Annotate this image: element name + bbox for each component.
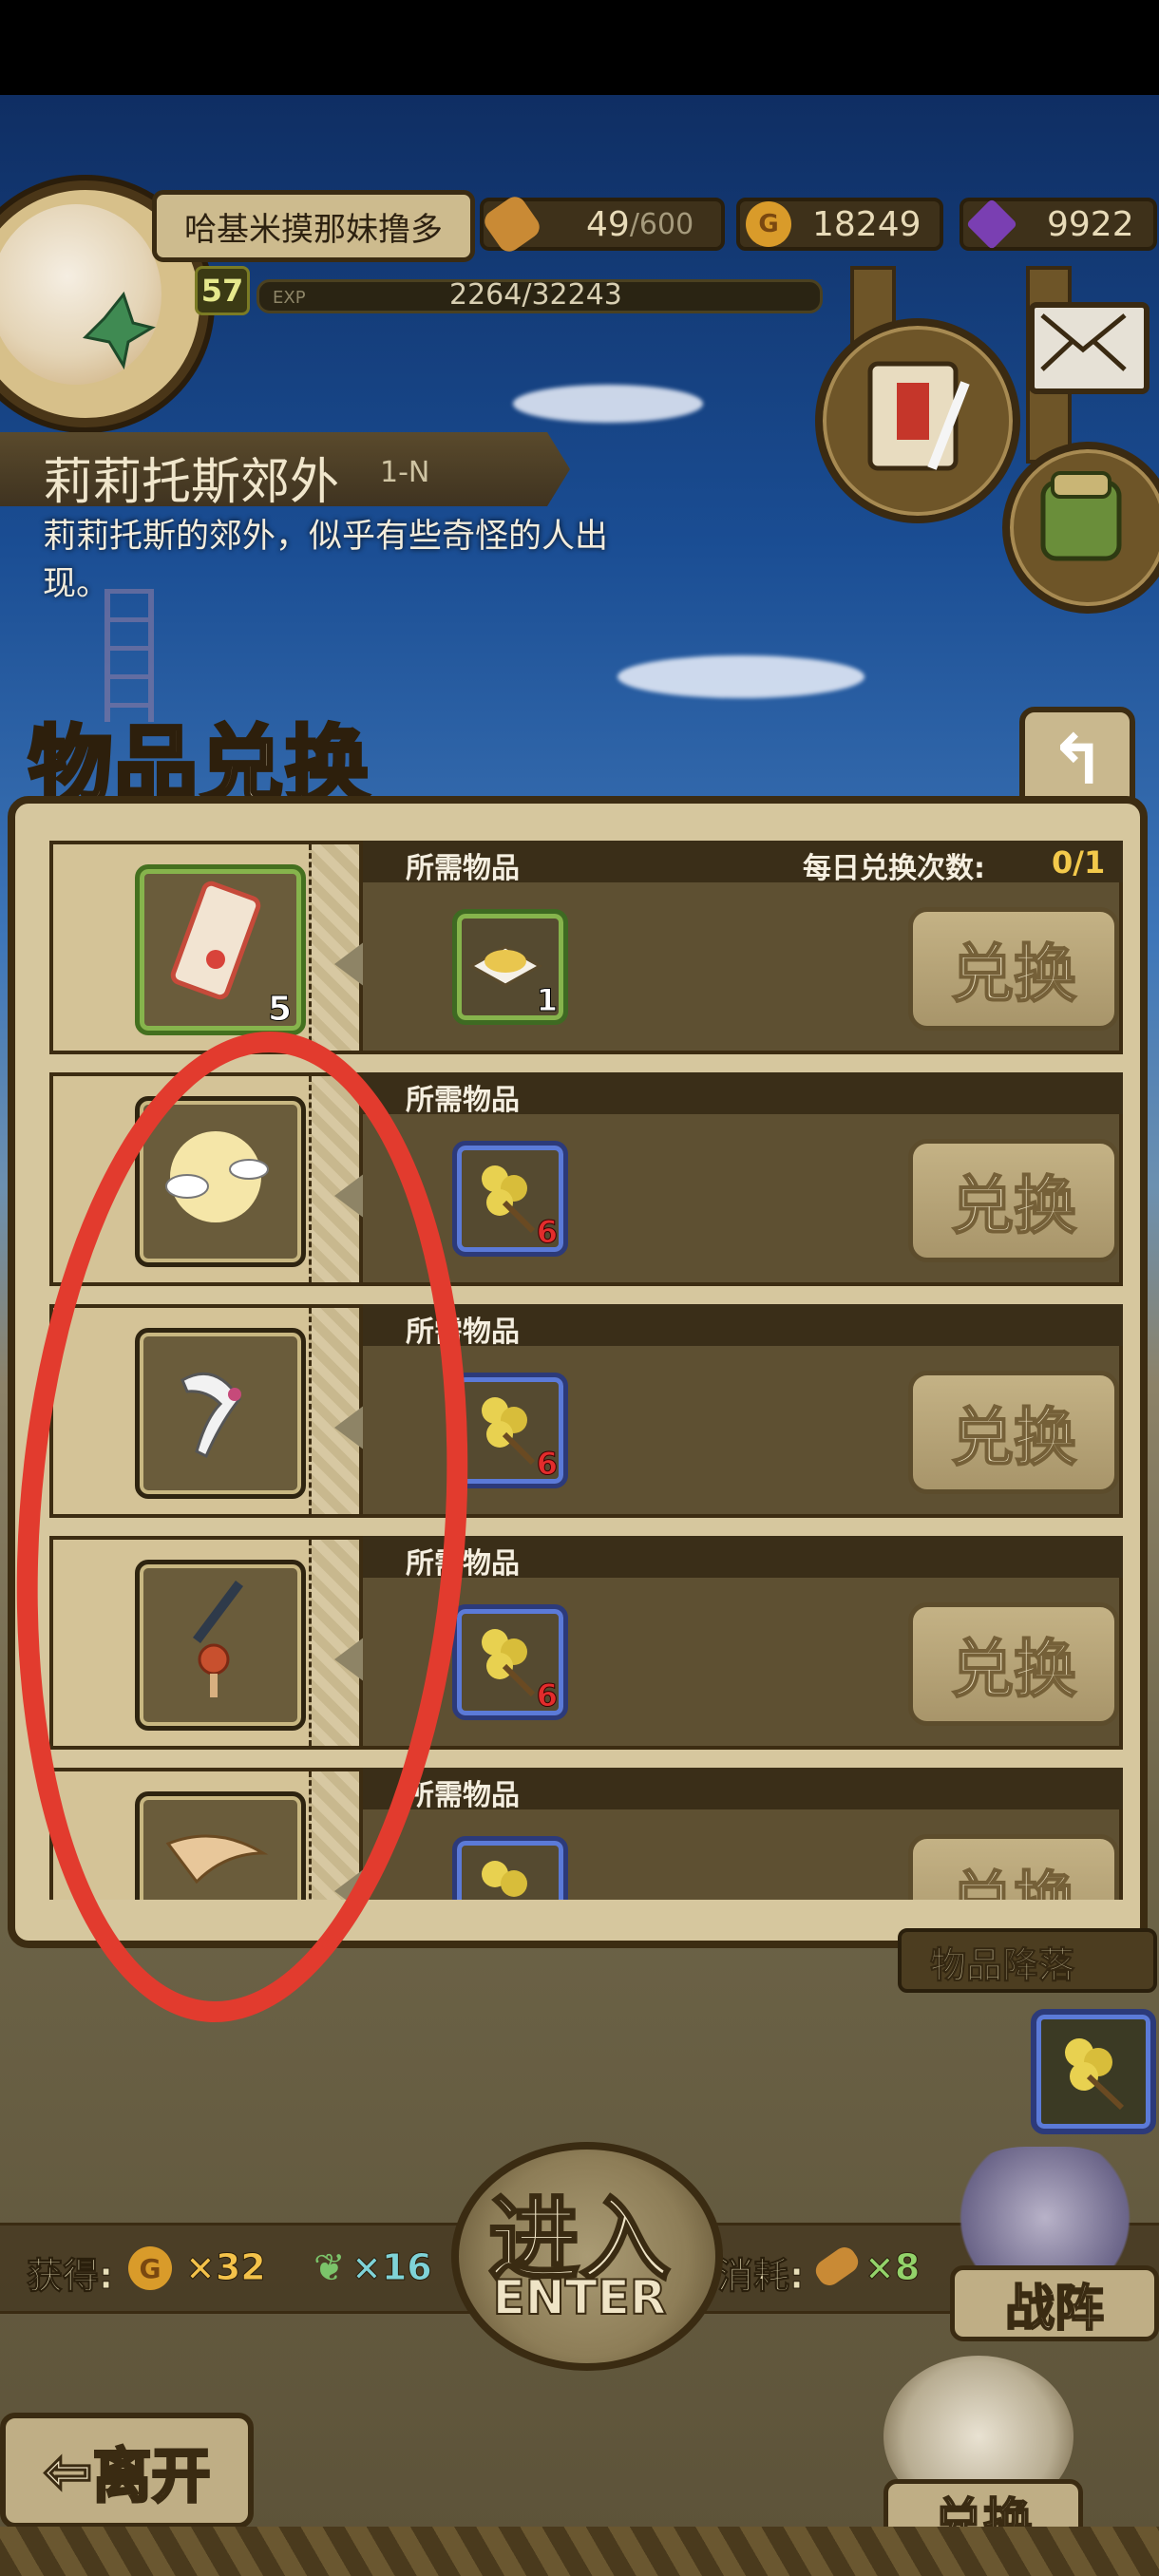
scroll-quill-icon — [867, 361, 970, 471]
cost-stamina: ×8 — [864, 2246, 921, 2289]
formation-label: 战阵 — [1004, 2280, 1105, 2339]
backpack-icon — [1040, 471, 1122, 561]
purple-gem-icon — [965, 198, 1018, 251]
item-drop-tab[interactable]: 物品降落 — [898, 1928, 1157, 1993]
exchange-button[interactable]: 兑换 — [908, 1834, 1119, 1900]
envelope-icon — [1040, 313, 1127, 371]
exchange-row: 所需物品 6 兑换 — [49, 1536, 1123, 1750]
stamina-max: /600 — [629, 207, 694, 241]
flower-bundle-icon — [482, 1861, 527, 1897]
moon-clouds-icon — [165, 1131, 269, 1222]
cloud — [618, 655, 864, 698]
exchange-row: 所需物品 6 兑换 — [49, 1304, 1123, 1518]
exchange-button[interactable]: 兑换 — [908, 1371, 1119, 1494]
requirement-label: 所需物品 — [406, 852, 520, 885]
location-code: 1-N — [380, 456, 430, 489]
gold-coin-icon: G — [128, 2246, 172, 2290]
reward-slot[interactable]: 5 — [135, 864, 306, 1035]
daily-limit-label: 每日兑换次数: — [803, 852, 985, 885]
gain-feather: ×16 — [352, 2246, 433, 2289]
drop-item-slot[interactable] — [1031, 2009, 1156, 2134]
required-count: 1 — [536, 982, 558, 1019]
quest-scroll-button[interactable] — [815, 318, 1020, 523]
flute-tassel-icon — [193, 1581, 243, 1697]
reward-slot[interactable] — [135, 1560, 306, 1731]
player-level: 57 — [195, 266, 250, 315]
exchange-button[interactable]: 兑换 — [908, 907, 1119, 1031]
reward-slot[interactable] — [135, 1096, 306, 1267]
return-arrow-icon: ↰ — [1048, 720, 1107, 800]
exp-label: EXP — [273, 288, 306, 308]
cloud — [513, 385, 703, 423]
requirement-label: 所需物品 — [406, 1316, 520, 1349]
gain-label: 获得: — [26, 2255, 114, 2298]
required-item-slot[interactable]: 6 — [452, 1141, 568, 1257]
required-item-slot[interactable] — [452, 1836, 568, 1900]
requirement-label: 所需物品 — [406, 1084, 520, 1117]
leaf-icon — [82, 291, 156, 370]
exchange-row: 所需物品 6 兑换 — [49, 1072, 1123, 1286]
stamina-value: 49 — [586, 204, 630, 244]
gold-coin-icon: G — [746, 201, 791, 247]
leave-button[interactable]: ⇦ 离开 — [0, 2413, 254, 2529]
requirement-label: 所需物品 — [406, 1779, 520, 1812]
gem-value: 9922 — [1047, 204, 1134, 244]
enter-label-en: ENTER — [492, 2269, 668, 2326]
sash-ribbon-icon — [165, 1834, 269, 1885]
exp-value: 2264/32243 — [449, 278, 622, 312]
required-item-slot[interactable]: 6 — [452, 1604, 568, 1720]
reward-slot[interactable] — [135, 1328, 306, 1499]
exchange-row: 所需物品 兑换 — [49, 1768, 1123, 1900]
required-item-slot[interactable]: 6 — [452, 1373, 568, 1488]
formation-button[interactable]: 战阵 — [950, 2265, 1159, 2341]
white-ribbon-icon — [180, 1372, 241, 1459]
gold-value: 18249 — [812, 204, 922, 244]
gain-gold: ×32 — [185, 2246, 267, 2289]
required-item-slot[interactable]: 1 — [452, 909, 568, 1025]
feather-icon: ❦ — [314, 2246, 346, 2290]
bag-button[interactable] — [1002, 442, 1159, 614]
location-title: 莉莉托斯郊外 — [43, 454, 340, 511]
exchange-list[interactable]: 5 所需物品 每日兑换次数: 0/1 1 兑换 所需物品 6 兑换 所需物品 6… — [28, 822, 1130, 1900]
exp-bar: EXP 2264/32243 — [256, 278, 823, 313]
leave-label: 离开 — [91, 2440, 212, 2512]
ground-decoration — [0, 2527, 1159, 2576]
left-arrow-icon: ⇦ — [42, 2434, 94, 2507]
exchange-row: 5 所需物品 每日兑换次数: 0/1 1 兑换 — [49, 841, 1123, 1054]
daily-limit-value: 0/1 — [1052, 844, 1106, 881]
flower-bundle-icon — [1065, 2038, 1125, 2111]
requirement-label: 所需物品 — [406, 1547, 520, 1581]
stamina-counter: 49 /600 — [480, 192, 725, 256]
mail-button[interactable] — [1029, 302, 1150, 394]
required-count: 6 — [536, 1446, 558, 1483]
status-bar — [0, 0, 1159, 95]
reward-slot[interactable] — [135, 1791, 306, 1900]
bread-icon — [480, 192, 544, 256]
required-count: 6 — [536, 1677, 558, 1714]
cost-label: 消耗: — [716, 2255, 805, 2298]
required-count: 6 — [536, 1214, 558, 1251]
exchange-button[interactable]: 兑换 — [908, 1602, 1119, 1726]
gem-counter: 9922 — [960, 198, 1157, 251]
item-drop-label: 物品降落 — [929, 1944, 1075, 1987]
exchange-button[interactable]: 兑换 — [908, 1139, 1119, 1262]
gold-counter: G 18249 — [736, 198, 943, 251]
player-name: 哈基米摸那妹撸多 — [152, 190, 475, 262]
reward-count: 5 — [267, 990, 292, 1030]
avatar — [0, 204, 162, 385]
